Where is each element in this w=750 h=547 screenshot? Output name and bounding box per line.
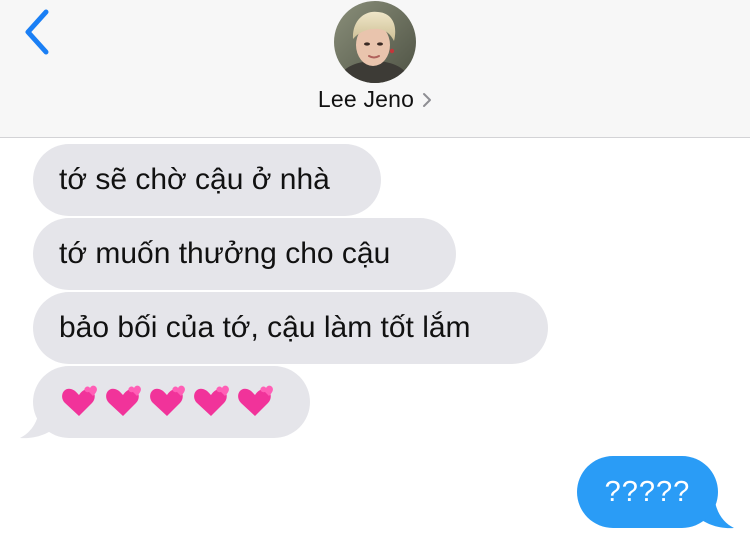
incoming-message-bubble[interactable] [33, 366, 310, 438]
two-hearts-emoji [150, 385, 185, 416]
incoming-message-bubble[interactable]: tớ sẽ chờ cậu ở nhà [33, 144, 381, 216]
avatar-photo [334, 1, 416, 83]
two-hearts-emoji [62, 385, 97, 416]
two-hearts-emoji [106, 385, 141, 416]
emoji-row [59, 366, 284, 438]
message-text: tớ sẽ chờ cậu ở nhà [59, 163, 330, 196]
back-button[interactable] [14, 4, 64, 60]
incoming-message-bubble[interactable]: tớ muốn thưởng cho cậu [33, 218, 456, 290]
contact-name: Lee Jeno [317, 86, 415, 112]
two-hearts-emoji [238, 385, 273, 416]
outgoing-message-bubble[interactable]: ????? [577, 456, 718, 528]
message-text: bảo bối của tớ, cậu làm tốt lắm [59, 311, 471, 344]
contact-name-button[interactable]: Lee Jeno [0, 86, 750, 113]
contact-avatar[interactable] [334, 1, 416, 83]
incoming-message-bubble[interactable]: bảo bối của tớ, cậu làm tốt lắm [33, 292, 548, 364]
chevron-right-icon [422, 92, 432, 113]
conversation-header: Lee Jeno [0, 0, 750, 138]
message-text: ????? [604, 476, 691, 508]
chevron-left-icon [25, 9, 49, 55]
message-text: tớ muốn thưởng cho cậu [59, 237, 391, 270]
two-hearts-emoji [194, 385, 229, 416]
